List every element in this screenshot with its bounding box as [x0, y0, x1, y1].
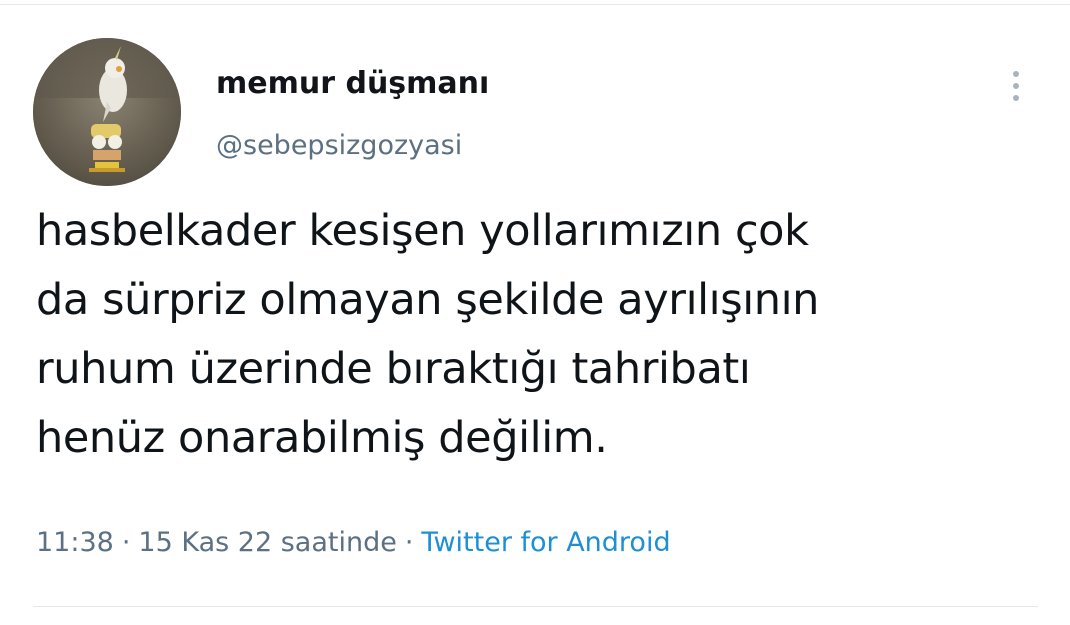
tweet-text-line: hasbelkader kesişen yollarımızın çok — [36, 206, 809, 256]
tweet-metadata: 11:38 · 15 Kas 22 saatinde · Twitter for And… — [36, 527, 671, 558]
meta-separator: · — [404, 527, 414, 558]
tweet-date[interactable]: 15 Kas 22 saatinde — [138, 527, 396, 558]
cockatiel-avatar-icon — [33, 38, 181, 186]
more-options-button[interactable] — [1002, 64, 1030, 108]
avatar[interactable] — [33, 38, 181, 186]
meta-separator: · — [121, 527, 131, 558]
tweet-card: memur düşmanı @sebepsizgozyasi hasbelkad… — [0, 0, 1070, 625]
display-name[interactable]: memur düşmanı — [216, 66, 489, 101]
tweet-time[interactable]: 11:38 — [36, 527, 114, 558]
bottom-divider — [33, 606, 1038, 607]
more-vertical-icon — [1013, 71, 1019, 77]
user-handle[interactable]: @sebepsizgozyasi — [216, 130, 462, 161]
tweet-text-line: henüz onarabilmiş değilim. — [36, 413, 608, 463]
tweet-text: hasbelkader kesişen yollarımızın çok da … — [36, 197, 1046, 473]
tweet-source-link[interactable]: Twitter for Android — [421, 527, 670, 558]
top-divider — [0, 4, 1070, 5]
tweet-text-line: da sürpriz olmayan şekilde ayrılışının — [36, 275, 820, 325]
tweet-text-line: ruhum üzerinde bıraktığı tahribatı — [36, 344, 751, 394]
